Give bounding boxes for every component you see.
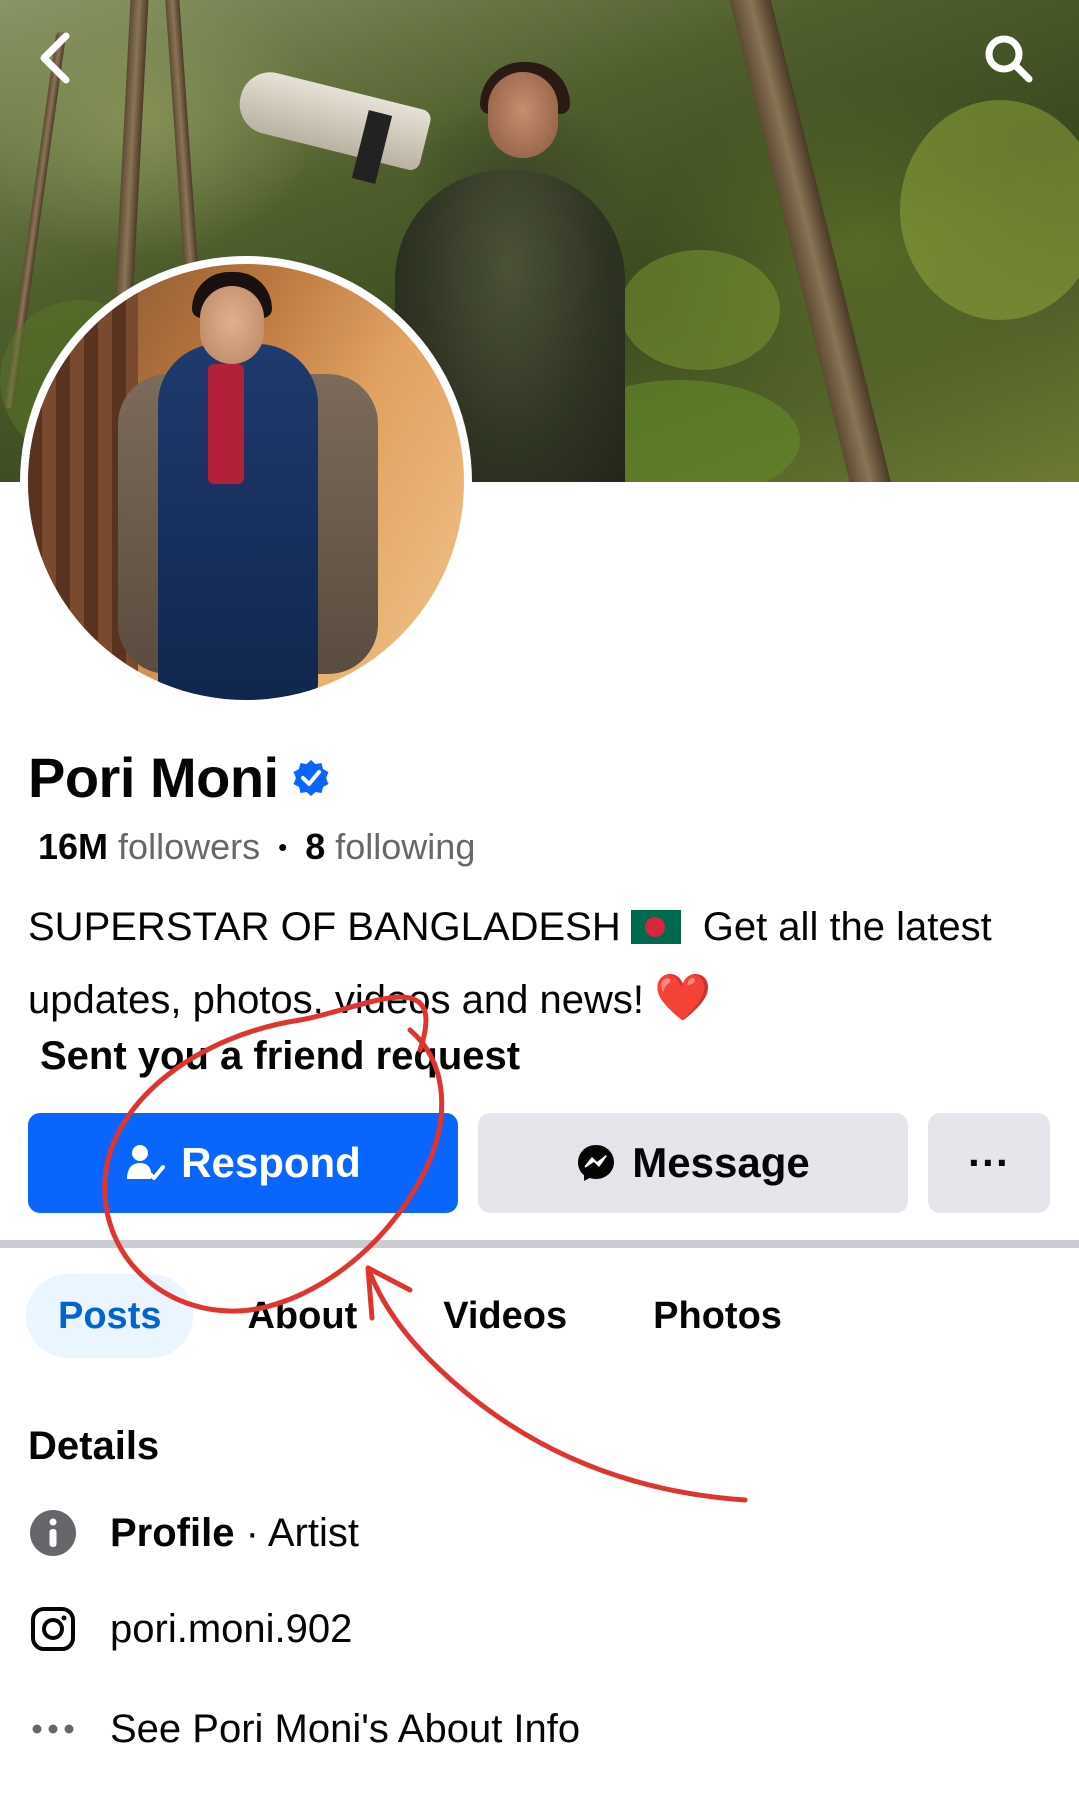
tab-posts[interactable]: Posts [26, 1274, 194, 1358]
followers-link[interactable]: 16M followers [38, 826, 260, 868]
person-check-icon [127, 1145, 166, 1180]
follow-stats: 16M followers • 8 following [38, 826, 475, 868]
search-icon [985, 35, 1033, 83]
profile-category: Artist [267, 1510, 359, 1555]
tab-videos[interactable]: Videos [411, 1274, 599, 1358]
friend-request-text: Sent you a friend request [40, 1034, 521, 1078]
messenger-icon [578, 1145, 615, 1181]
message-button[interactable]: Message [478, 1113, 908, 1213]
bangladesh-flag-icon [630, 910, 681, 944]
following-link[interactable]: 8 following [305, 826, 475, 868]
name-row: Pori Moni [28, 748, 331, 808]
detail-profile-category: Profile · Artist [28, 1508, 359, 1558]
instagram-icon [31, 1607, 75, 1651]
verified-badge-icon [293, 760, 329, 796]
respond-button[interactable]: Respond [28, 1113, 458, 1213]
respond-label: Respond [181, 1139, 361, 1186]
avatar-image [28, 264, 464, 700]
page-name: Pori Moni [28, 746, 279, 809]
profile-separator: · [234, 1510, 268, 1555]
chevron-left-icon [40, 32, 70, 84]
message-label: Message [632, 1139, 810, 1186]
profile-label: Profile [110, 1510, 235, 1555]
detail-see-about[interactable]: See Pori Moni's About Info [28, 1704, 580, 1754]
bio-text: SUPERSTAR OF BANGLADESH Get all the lates… [28, 905, 992, 1023]
detail-instagram[interactable]: pori.moni.902 [28, 1604, 352, 1654]
more-icon: ··· [968, 1139, 1010, 1186]
profile-tabs: Posts About Videos Photos [26, 1274, 814, 1358]
tab-photos[interactable]: Photos [621, 1274, 814, 1358]
details-heading: Details [28, 1424, 160, 1468]
instagram-handle[interactable]: pori.moni.902 [110, 1607, 352, 1652]
heart-emoji-icon: ❤️ [653, 971, 712, 1023]
info-icon [30, 1510, 76, 1556]
search-button[interactable] [980, 30, 1036, 86]
more-options-button[interactable]: ··· [928, 1113, 1050, 1213]
stats-separator: • [278, 831, 288, 862]
ellipsis-icon [32, 1724, 74, 1734]
see-about-link[interactable]: See Pori Moni's About Info [110, 1707, 580, 1752]
tab-about[interactable]: About [215, 1274, 389, 1358]
back-button[interactable] [28, 30, 84, 86]
section-divider [0, 1240, 1079, 1248]
profile-picture[interactable] [20, 256, 472, 708]
